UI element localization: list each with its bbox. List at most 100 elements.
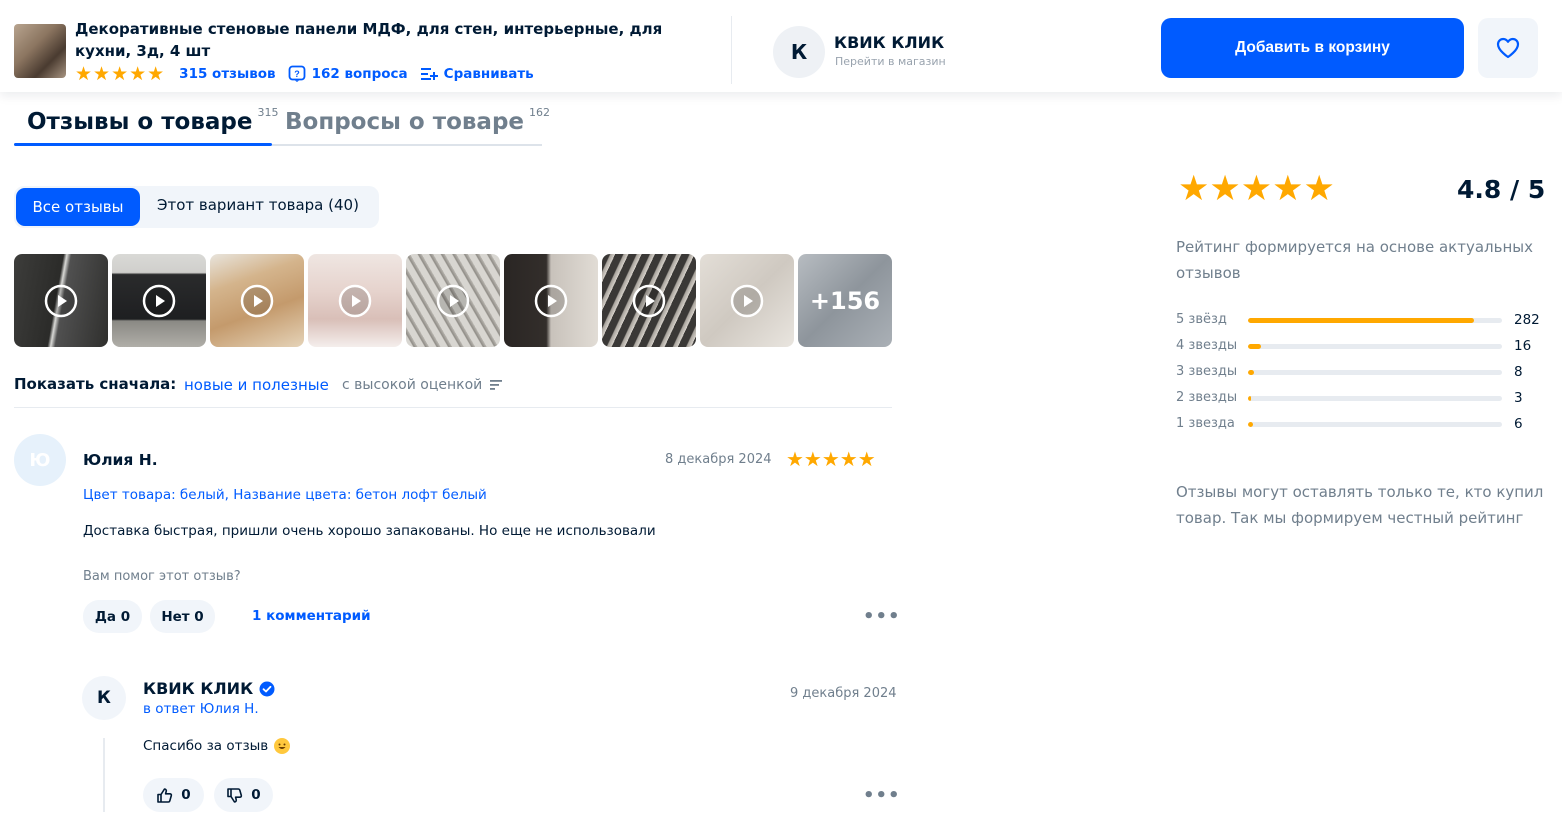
add-to-cart-button[interactable]: Добавить в корзину: [1161, 18, 1464, 78]
tab-reviews-count: 315: [257, 106, 279, 119]
rating-row-fill: [1248, 318, 1475, 323]
rating-row-label[interactable]: 5 звёзд: [1176, 312, 1227, 327]
sort-option-high-rating-label: с высокой оценкой: [342, 377, 483, 393]
seller-reply-text: Спасибо за отзыв: [143, 738, 269, 754]
review-more-menu[interactable]: •••: [863, 606, 901, 627]
media-thumb-2[interactable]: [112, 254, 206, 347]
rating-row-count: 16: [1514, 338, 1532, 354]
reviews-link-label[interactable]: 315 отзывов: [179, 66, 275, 82]
media-thumb-5[interactable]: [406, 254, 500, 347]
seller-reply-header: КВИК КЛИК: [143, 679, 275, 698]
product-title[interactable]: Декоративные стеновые панели МДФ, для ст…: [75, 18, 715, 62]
favorite-button[interactable]: [1478, 18, 1538, 78]
play-icon: [730, 284, 764, 318]
helpful-no-button[interactable]: Нет 0: [150, 600, 215, 633]
rating-row-fill: [1248, 344, 1261, 349]
rating-row-bar[interactable]: [1248, 344, 1502, 349]
dislike-button[interactable]: 0: [214, 778, 273, 812]
reply-thread-line: [103, 738, 105, 812]
rating-row-label[interactable]: 3 звезды: [1176, 364, 1237, 379]
review-variant-info[interactable]: Цвет товара: белый, Название цвета: бето…: [83, 487, 487, 503]
question-bubble-icon: ?: [288, 65, 305, 82]
play-icon: [632, 284, 666, 318]
seller-reply-name: КВИК КЛИК: [143, 679, 254, 698]
questions-link-label[interactable]: 162 вопроса: [312, 66, 408, 82]
media-thumb-6[interactable]: [504, 254, 598, 347]
media-more-thumb[interactable]: +156: [798, 254, 892, 347]
review-text: Доставка быстрая, пришли очень хорошо за…: [83, 523, 656, 539]
questions-link[interactable]: ? 162 вопроса: [288, 65, 408, 83]
rating-footer-note: Отзывы могут оставлять только те, кто ку…: [1176, 483, 1544, 527]
media-thumb-8[interactable]: [700, 254, 794, 347]
seller-reply-avatar: К: [82, 676, 126, 720]
play-icon: [142, 284, 176, 318]
review-date: 8 декабря 2024: [665, 452, 772, 467]
svg-text:?: ?: [294, 69, 300, 79]
media-thumb-1[interactable]: [14, 254, 108, 347]
filter-all-reviews[interactable]: Все отзывы: [16, 188, 140, 226]
seller-store-link[interactable]: Перейти в магазин: [835, 55, 946, 68]
media-thumb-4[interactable]: [308, 254, 402, 347]
compare-link-label[interactable]: Сравнивать: [444, 66, 534, 82]
product-rating-stars: ★★★★★: [75, 63, 166, 85]
media-thumb-3[interactable]: [210, 254, 304, 347]
play-icon: [436, 284, 470, 318]
rating-row-bar[interactable]: [1248, 318, 1502, 323]
product-meta-row: ★★★★★ 315 отзывов ? 162 вопроса Сравнива…: [75, 64, 534, 84]
reviewer-avatar: Ю: [14, 434, 66, 486]
play-icon: [240, 284, 274, 318]
media-thumb-7[interactable]: [602, 254, 696, 347]
reply-more-menu[interactable]: •••: [863, 785, 901, 806]
play-icon: [534, 284, 568, 318]
comments-link[interactable]: 1 комментарий: [252, 608, 371, 624]
like-count: 0: [181, 787, 191, 803]
verified-badge-icon: [259, 681, 275, 696]
rating-row-bar[interactable]: [1248, 370, 1502, 375]
header-divider: [731, 16, 732, 84]
tab-reviews[interactable]: Отзывы о товаре 315: [27, 106, 279, 135]
seller-avatar[interactable]: К: [773, 26, 825, 78]
tab-questions-count: 162: [529, 106, 551, 119]
smile-emoji-icon: [274, 738, 291, 754]
seller-reply-to[interactable]: в ответ Юлия Н.: [143, 701, 259, 717]
dislike-count: 0: [251, 787, 261, 803]
thumbs-down-icon: [227, 787, 243, 803]
rating-row-label[interactable]: 4 звезды: [1176, 338, 1237, 353]
rating-row-fill: [1248, 396, 1252, 401]
reviews-link[interactable]: 315 отзывов: [179, 66, 275, 82]
rating-row-count: 3: [1514, 390, 1523, 406]
seller-reply-text-row: Спасибо за отзыв: [143, 738, 291, 754]
thumbs-up-icon: [157, 787, 173, 803]
rating-row-count: 6: [1514, 416, 1523, 432]
overall-rating-stars: ★★★★★: [1178, 169, 1335, 209]
sort-divider: [14, 407, 892, 408]
rating-row-bar[interactable]: [1248, 396, 1502, 401]
heart-icon: [1496, 37, 1520, 59]
sort-label: Показать сначала:: [14, 375, 177, 393]
rating-row-label[interactable]: 2 звезды: [1176, 390, 1237, 405]
sort-option-new-useful[interactable]: новые и полезные: [184, 376, 329, 394]
tab-underline: [272, 144, 542, 146]
rating-row-fill: [1248, 422, 1254, 427]
media-more-count: +156: [809, 286, 881, 315]
rating-row-count: 8: [1514, 364, 1523, 380]
product-thumbnail[interactable]: [14, 24, 66, 78]
helpful-question: Вам помог этот отзыв?: [83, 569, 241, 584]
sort-option-high-rating[interactable]: с высокой оценкой: [342, 377, 505, 393]
compare-link[interactable]: Сравнивать: [420, 66, 534, 82]
rating-row-bar[interactable]: [1248, 422, 1502, 427]
overall-rating-score: 4.8 / 5: [1457, 175, 1546, 204]
reviewer-name: Юлия Н.: [83, 451, 158, 469]
tab-questions[interactable]: Вопросы о товаре 162: [285, 106, 551, 135]
play-icon: [44, 284, 78, 318]
rating-note: Рейтинг формируется на основе актуальных…: [1176, 238, 1533, 282]
filter-this-variant[interactable]: Этот вариант товара (40): [157, 196, 359, 214]
tab-reviews-label: Отзывы о товаре: [27, 109, 253, 135]
rating-row-fill: [1248, 370, 1255, 375]
like-button[interactable]: 0: [143, 778, 204, 812]
rating-row-label[interactable]: 1 звезда: [1176, 416, 1235, 431]
tab-active-indicator: [14, 143, 272, 146]
helpful-yes-button[interactable]: Да 0: [83, 600, 142, 633]
seller-name[interactable]: КВИК КЛИК: [834, 33, 944, 52]
rating-row-count: 282: [1514, 312, 1540, 328]
